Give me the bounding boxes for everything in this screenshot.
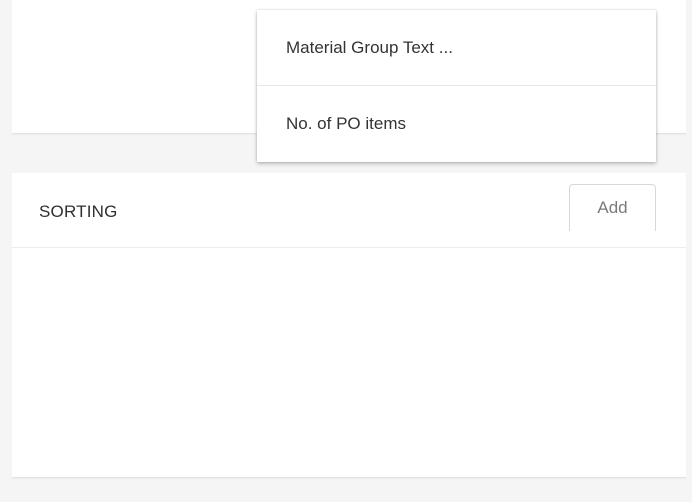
sorting-title: SORTING [39,202,118,221]
add-sorting-button[interactable]: Add [569,184,656,231]
sorting-panel: SORTING Add [12,173,686,478]
field-dropdown-menu: Material Group Text ... No. of PO items [257,10,656,162]
sorting-header: SORTING Add [12,173,686,248]
sorting-list [12,248,686,477]
dropdown-item-no-of-po-items[interactable]: No. of PO items [257,86,656,162]
dropdown-item-material-group-text[interactable]: Material Group Text ... [257,10,656,86]
